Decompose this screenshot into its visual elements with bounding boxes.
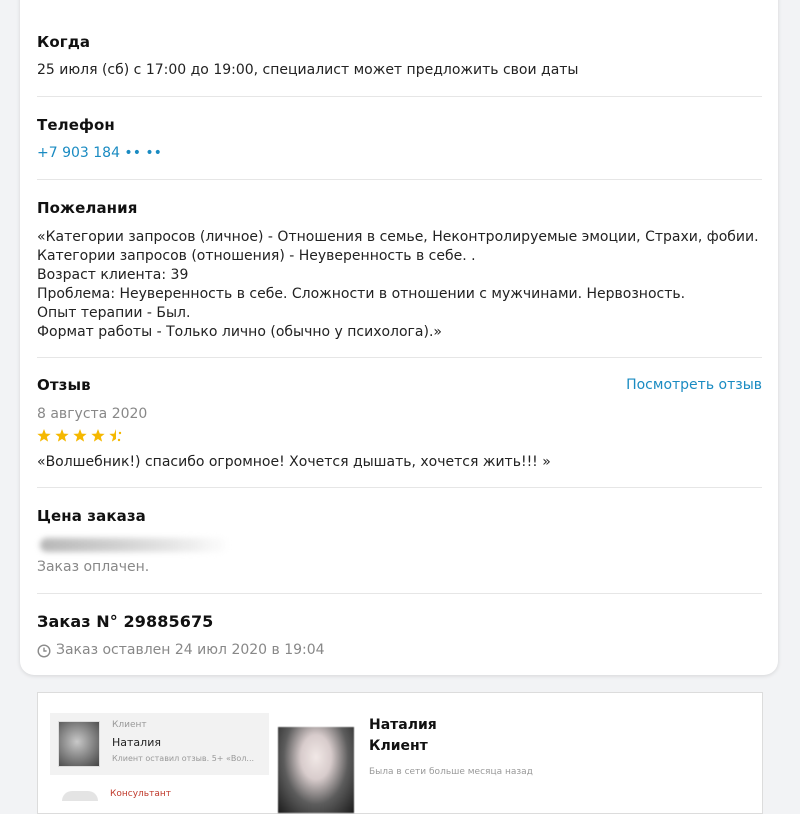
wishes-text: «Категории запросов (личное) - Отношения… [37, 228, 762, 342]
divider [37, 96, 762, 97]
divider [37, 179, 762, 180]
dialog-preview: Клиент оставил отзыв. 5+ «Вол... [112, 754, 255, 763]
dialog-role: Клиент [112, 720, 147, 730]
price-label: Цена заказа [37, 507, 146, 525]
divider [37, 487, 762, 488]
wish-line: Проблема: Неуверенность в себе. Сложност… [37, 286, 686, 302]
view-review-link[interactable]: Посмотреть отзыв [626, 377, 762, 393]
chat-panel: Клиент Наталия Клиент оставил отзыв. 5+ … [37, 692, 763, 814]
wishes-label: Пожелания [37, 199, 138, 217]
when-value: 25 июля (сб) с 17:00 до 19:00, специалис… [37, 62, 579, 78]
phone-label: Телефон [37, 116, 115, 134]
order-placed-text: Заказ оставлен 24 июл 2020 в 19:04 [56, 642, 325, 658]
profile-role: Клиент [369, 738, 428, 754]
wish-line: Категории запросов (отношения) - Неувере… [37, 248, 476, 264]
star-icon [55, 429, 69, 442]
order-placed: Заказ оставлен 24 июл 2020 в 19:04 [37, 642, 762, 658]
profile-avatar [278, 727, 354, 813]
dialog-item[interactable]: Клиент Наталия Клиент оставил отзыв. 5+ … [50, 713, 269, 775]
order-number: Заказ N° 29885675 [37, 612, 214, 631]
wish-line: Возраст клиента: 39 [37, 267, 189, 283]
half-star-icon [109, 429, 116, 442]
star-sparkle [118, 431, 122, 435]
divider [37, 593, 762, 594]
avatar [58, 721, 100, 767]
star-icon [73, 429, 87, 442]
star-icon [91, 429, 105, 442]
wish-line: Формат работы - Только лично (обычно у п… [37, 324, 442, 340]
review-text: «Волшебник!) спасибо огромное! Хочется д… [37, 454, 551, 470]
clock-icon [37, 643, 51, 658]
rating-stars [37, 427, 137, 445]
dialog-role-consultant[interactable]: Консультант [110, 789, 171, 799]
profile-name: Наталия [369, 717, 437, 733]
phone-link[interactable]: +7 903 184 •• •• [37, 145, 162, 161]
review-label: Отзыв [37, 376, 91, 394]
price-blurred [40, 538, 230, 552]
dialog-name: Наталия [112, 736, 161, 749]
wish-line: «Категории запросов (личное) - Отношения… [37, 229, 759, 245]
wish-line: Опыт терапии - Был. [37, 305, 191, 321]
profile-status: Была в сети больше месяца назад [369, 767, 533, 777]
star-icon [37, 429, 51, 442]
payment-status: Заказ оплачен. [37, 559, 150, 575]
divider [37, 357, 762, 358]
star-sparkle [117, 438, 121, 442]
when-label: Когда [37, 33, 91, 51]
review-date: 8 августа 2020 [37, 406, 148, 422]
